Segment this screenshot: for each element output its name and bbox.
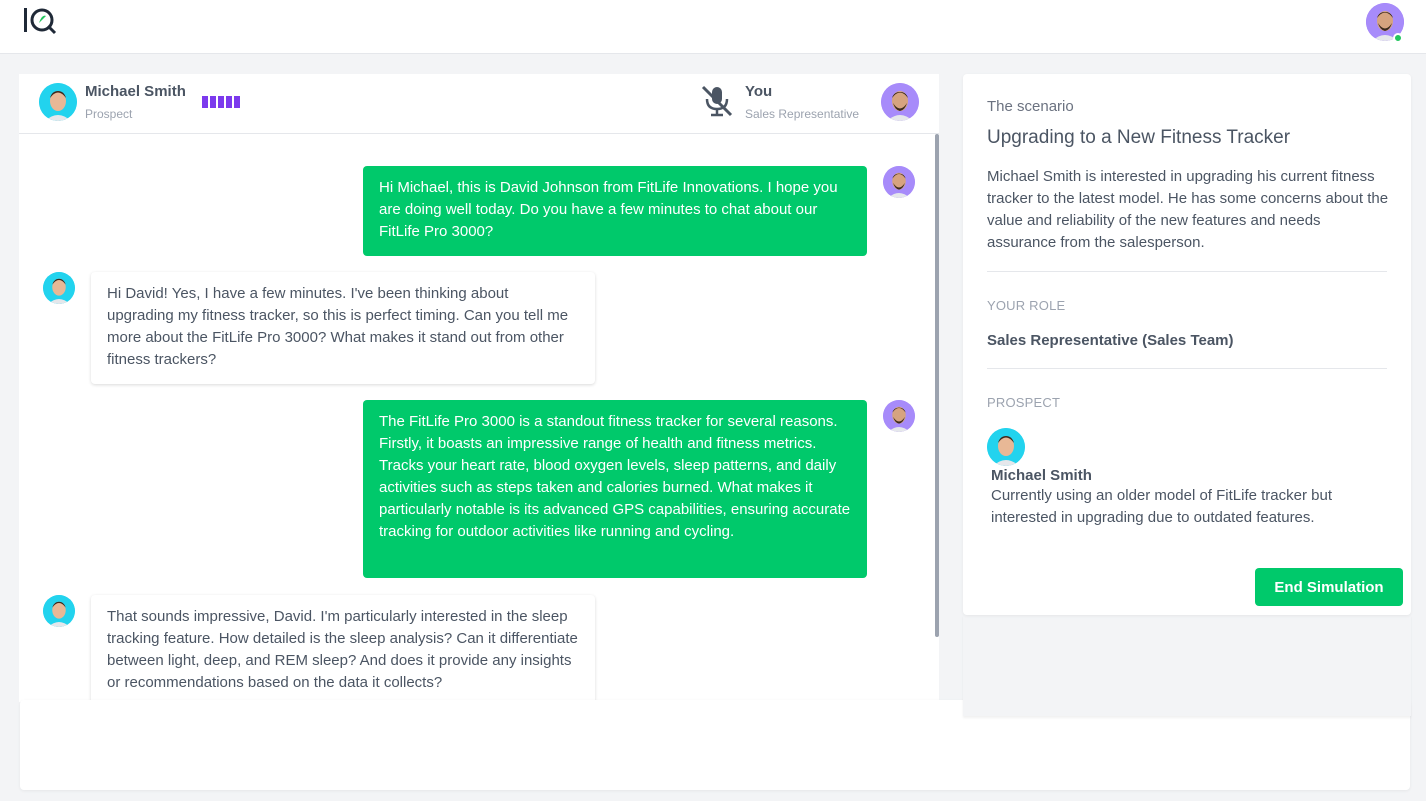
rep-avatar <box>883 400 915 432</box>
prospect-label: PROSPECT <box>987 395 1061 410</box>
top-bar <box>0 0 1426 54</box>
message-bubble-rep: The FitLife Pro 3000 is a standout fitne… <box>363 400 867 578</box>
message-list[interactable]: Hi Michael, this is David Johnson from F… <box>19 134 939 702</box>
chat-scrollbar[interactable] <box>935 134 939 637</box>
chat-panel: Michael Smith Prospect You Sales Represe… <box>19 74 939 702</box>
audio-level-indicator <box>202 96 242 108</box>
rep-avatar <box>883 166 915 198</box>
rep-name: You <box>745 83 773 100</box>
mic-off-icon[interactable] <box>697 84 737 118</box>
scenario-panel: The scenario Upgrading to a New Fitness … <box>963 74 1411 615</box>
prospect-avatar <box>43 272 75 304</box>
your-role-label: YOUR ROLE <box>987 298 1066 313</box>
message-bubble-prospect: That sounds impressive, David. I'm parti… <box>91 595 595 702</box>
divider <box>987 271 1387 272</box>
online-status-dot <box>1393 33 1403 43</box>
scenario-panel-footer <box>963 615 1411 716</box>
prospect-name: Michael Smith <box>991 467 1092 484</box>
rep-role: Sales Representative <box>745 107 860 121</box>
prospect-description: Currently using an older model of FitLif… <box>991 487 1332 526</box>
prospect-name: Michael Smith <box>85 83 186 100</box>
divider <box>987 368 1387 369</box>
call-header: Michael Smith Prospect You Sales Represe… <box>19 74 939 134</box>
prospect-role: Prospect <box>85 107 133 121</box>
scenario-title: Upgrading to a New Fitness Tracker <box>987 127 1291 148</box>
prospect-avatar <box>43 595 75 627</box>
message-bubble-rep: Hi Michael, this is David Johnson from F… <box>363 166 867 256</box>
prospect-avatar <box>987 428 1025 466</box>
scenario-description: Michael Smith is interested in upgrading… <box>987 168 1389 251</box>
app-logo[interactable] <box>22 4 62 36</box>
end-simulation-button[interactable]: End Simulation <box>1255 568 1403 606</box>
scenario-label: The scenario <box>987 98 1074 115</box>
your-role-value: Sales Representative (Sales Team) <box>987 332 1234 349</box>
prospect-avatar <box>39 83 77 121</box>
message-bubble-prospect: Hi David! Yes, I have a few minutes. I'v… <box>91 272 595 384</box>
rep-avatar <box>881 83 919 121</box>
